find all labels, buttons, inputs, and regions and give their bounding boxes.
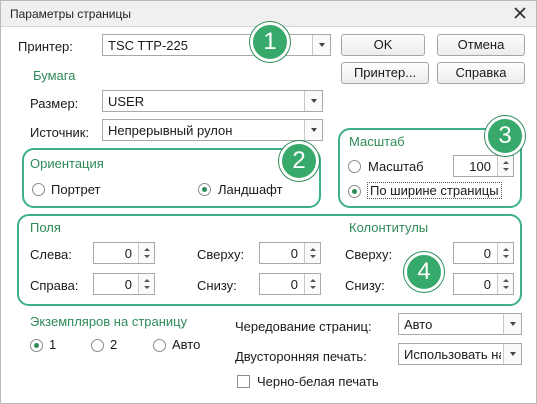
callout-marker-3: 3 xyxy=(485,116,525,156)
chevron-down-icon[interactable] xyxy=(304,91,322,111)
header-bottom-value: 0 xyxy=(483,277,491,292)
chevron-down-icon[interactable] xyxy=(503,314,521,334)
copies-1-radio[interactable] xyxy=(30,339,43,352)
close-icon[interactable] xyxy=(512,5,528,21)
header-top-spinner[interactable]: 0 xyxy=(453,242,514,264)
margin-left-label: Слева: xyxy=(30,247,72,262)
header-bottom-label: Снизу: xyxy=(345,278,385,293)
spin-arrows-icon[interactable] xyxy=(304,274,320,294)
bw-print-checkbox[interactable] xyxy=(237,375,250,388)
scale-value: 100 xyxy=(469,159,491,174)
printer-value: TSC TTP-225 xyxy=(108,38,188,53)
chevron-down-icon[interactable] xyxy=(312,35,330,55)
margin-bottom-value: 0 xyxy=(290,277,298,292)
scale-spinner[interactable]: 100 xyxy=(453,155,514,177)
margin-top-label: Сверху: xyxy=(197,247,245,262)
ok-button[interactable]: OK xyxy=(341,34,425,56)
spin-arrows-icon[interactable] xyxy=(497,156,513,176)
portrait-label[interactable]: Портрет xyxy=(51,182,100,197)
spin-arrows-icon[interactable] xyxy=(138,274,154,294)
header-bottom-spinner[interactable]: 0 xyxy=(453,273,514,295)
spin-arrows-icon[interactable] xyxy=(304,243,320,263)
margin-right-value: 0 xyxy=(124,277,132,292)
margin-right-label: Справа: xyxy=(30,278,79,293)
copies-2-radio[interactable] xyxy=(91,339,104,352)
margins-heading: Поля xyxy=(30,220,61,235)
printer-label: Принтер: xyxy=(18,39,73,54)
scale-label[interactable]: Масштаб xyxy=(368,159,424,174)
paper-size-value: USER xyxy=(108,94,145,109)
copies-auto-radio[interactable] xyxy=(153,339,166,352)
landscape-label[interactable]: Ландшафт xyxy=(218,182,283,197)
spin-arrows-icon[interactable] xyxy=(497,243,513,263)
duplex-select[interactable]: Использовать на xyxy=(398,343,522,365)
scale-heading: Масштаб xyxy=(349,134,405,149)
margin-top-spinner[interactable]: 0 xyxy=(259,242,321,264)
margin-left-value: 0 xyxy=(124,246,132,261)
duplex-label: Двусторонняя печать: xyxy=(235,349,367,364)
cancel-button[interactable]: Отмена xyxy=(437,34,525,56)
bw-print-label[interactable]: Черно-белая печать xyxy=(257,374,379,389)
alternation-value: Авто xyxy=(404,317,433,332)
help-button[interactable]: Справка xyxy=(437,62,525,84)
header-top-label: Сверху: xyxy=(345,247,393,262)
spin-arrows-icon[interactable] xyxy=(497,274,513,294)
copies-heading: Экземпляров на страницу xyxy=(30,314,188,329)
callout-marker-2: 2 xyxy=(279,141,319,181)
size-label: Размер: xyxy=(30,96,79,111)
alternation-label: Чередование страниц: xyxy=(235,319,372,334)
fit-width-label[interactable]: По ширине страницы xyxy=(367,182,502,199)
fit-width-radio[interactable] xyxy=(348,185,361,198)
chevron-down-icon[interactable] xyxy=(304,120,322,140)
paper-source-select[interactable]: Непрерывный рулон xyxy=(102,119,323,141)
printer-select[interactable]: TSC TTP-225 xyxy=(102,34,331,56)
callout-marker-4: 4 xyxy=(404,252,444,292)
portrait-radio[interactable] xyxy=(32,183,45,196)
copies-2-label[interactable]: 2 xyxy=(110,337,117,352)
orientation-heading: Ориентация xyxy=(30,156,104,171)
margin-left-spinner[interactable]: 0 xyxy=(93,242,155,264)
scale-radio[interactable] xyxy=(348,160,361,173)
alternation-select[interactable]: Авто xyxy=(398,313,522,335)
headers-heading: Колонтитулы xyxy=(349,220,429,235)
window-title: Параметры страницы xyxy=(10,7,131,21)
paper-source-value: Непрерывный рулон xyxy=(108,123,233,138)
landscape-radio[interactable] xyxy=(198,183,211,196)
printer-properties-button[interactable]: Принтер... xyxy=(341,62,429,84)
margin-bottom-spinner[interactable]: 0 xyxy=(259,273,321,295)
copies-1-label[interactable]: 1 xyxy=(49,337,56,352)
margin-bottom-label: Снизу: xyxy=(197,278,237,293)
margin-right-spinner[interactable]: 0 xyxy=(93,273,155,295)
page-setup-dialog: Параметры страницы Принтер: TSC TTP-225 … xyxy=(0,0,537,404)
copies-auto-label[interactable]: Авто xyxy=(172,337,200,352)
source-label: Источник: xyxy=(30,125,90,140)
duplex-value: Использовать на xyxy=(404,347,501,362)
paper-heading: Бумага xyxy=(33,68,76,83)
callout-marker-1: 1 xyxy=(250,22,290,62)
header-top-value: 0 xyxy=(483,246,491,261)
chevron-down-icon[interactable] xyxy=(503,344,521,364)
spin-arrows-icon[interactable] xyxy=(138,243,154,263)
paper-size-select[interactable]: USER xyxy=(102,90,323,112)
margin-top-value: 0 xyxy=(290,246,298,261)
